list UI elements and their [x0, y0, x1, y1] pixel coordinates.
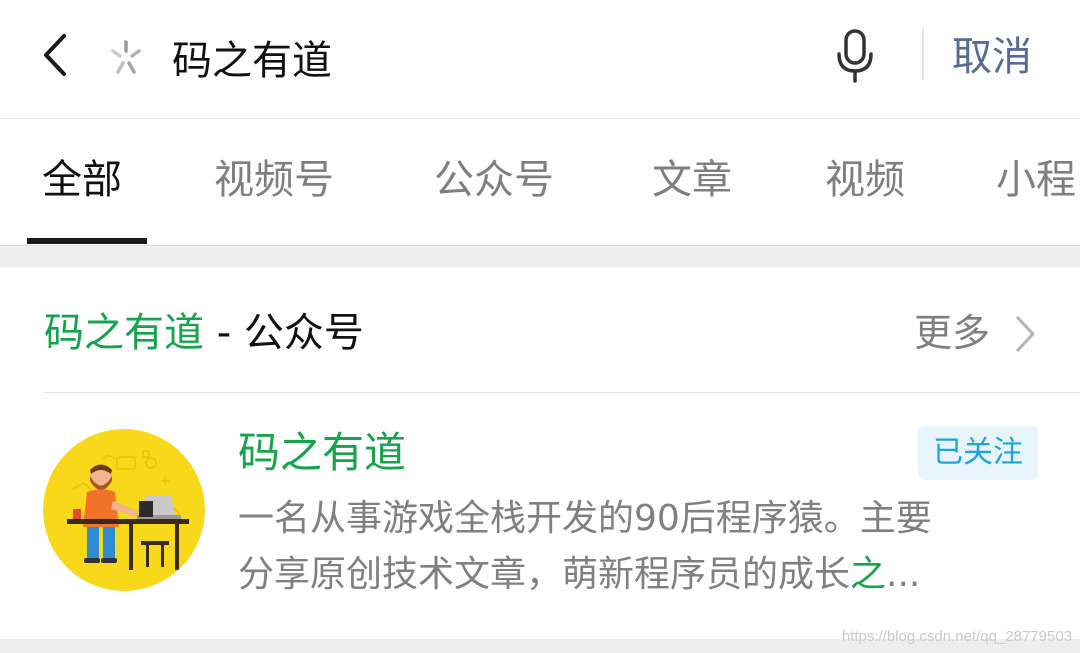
more-link[interactable]: 更多	[914, 305, 990, 361]
tab-channels[interactable]: 视频号	[214, 119, 334, 245]
account-name: 码之有道	[238, 428, 407, 477]
loading-icon	[111, 40, 141, 74]
section-title: 码之有道 - 公众号	[44, 305, 364, 361]
account-description: 一名从事游戏全栈开发的90后程序猿。主要 分享原创技术文章，萌新程序员的成长之.…	[238, 491, 1028, 603]
tab-articles[interactable]: 文章	[652, 119, 732, 245]
tab-videos[interactable]: 视频	[825, 119, 905, 245]
description-text: 分享原创技术文章，萌新程序员的成长	[238, 554, 851, 595]
account-list-item[interactable]: 码之有道 已关注 一名从事游戏全栈开发的90后程序猿。主要 分享原创技术文章，萌…	[0, 393, 1080, 639]
description-ellipsis: ...	[886, 554, 921, 595]
tab-bar: 全部 视频号 公众号 文章 视频 小程	[0, 119, 1080, 246]
cancel-button[interactable]: 取消	[952, 26, 1062, 88]
follow-status-badge: 已关注	[918, 426, 1038, 480]
watermark: https://blog.csdn.net/qq_28779503	[841, 628, 1072, 645]
search-bar: 取消	[0, 0, 1080, 119]
tab-official-accounts[interactable]: 公众号	[434, 119, 554, 245]
chevron-right-icon[interactable]	[1012, 314, 1038, 354]
chevron-left-icon[interactable]	[36, 30, 76, 80]
microphone-icon[interactable]	[834, 28, 876, 84]
search-results-page: 取消 全部 视频号 公众号 文章 视频 小程 码之有道 - 公众号 更多	[0, 0, 1080, 653]
account-description-line-2: 分享原创技术文章，萌新程序员的成长之...	[238, 547, 1028, 603]
tab-mini-programs[interactable]: 小程	[996, 119, 1076, 245]
avatar[interactable]	[43, 429, 205, 591]
search-divider	[922, 28, 924, 80]
tab-all[interactable]: 全部	[42, 119, 122, 245]
section-title-suffix: - 公众号	[204, 310, 364, 356]
account-description-line-1: 一名从事游戏全栈开发的90后程序猿。主要	[238, 498, 932, 539]
active-tab-indicator	[27, 238, 147, 244]
official-account-results: 码之有道 - 公众号 更多 码之有道 已关注 一名从事游戏全栈开发的90后程序猿…	[0, 267, 1080, 639]
section-title-highlight: 码之有道	[44, 310, 204, 356]
search-input[interactable]	[172, 26, 792, 88]
description-highlight: 之	[850, 554, 887, 595]
